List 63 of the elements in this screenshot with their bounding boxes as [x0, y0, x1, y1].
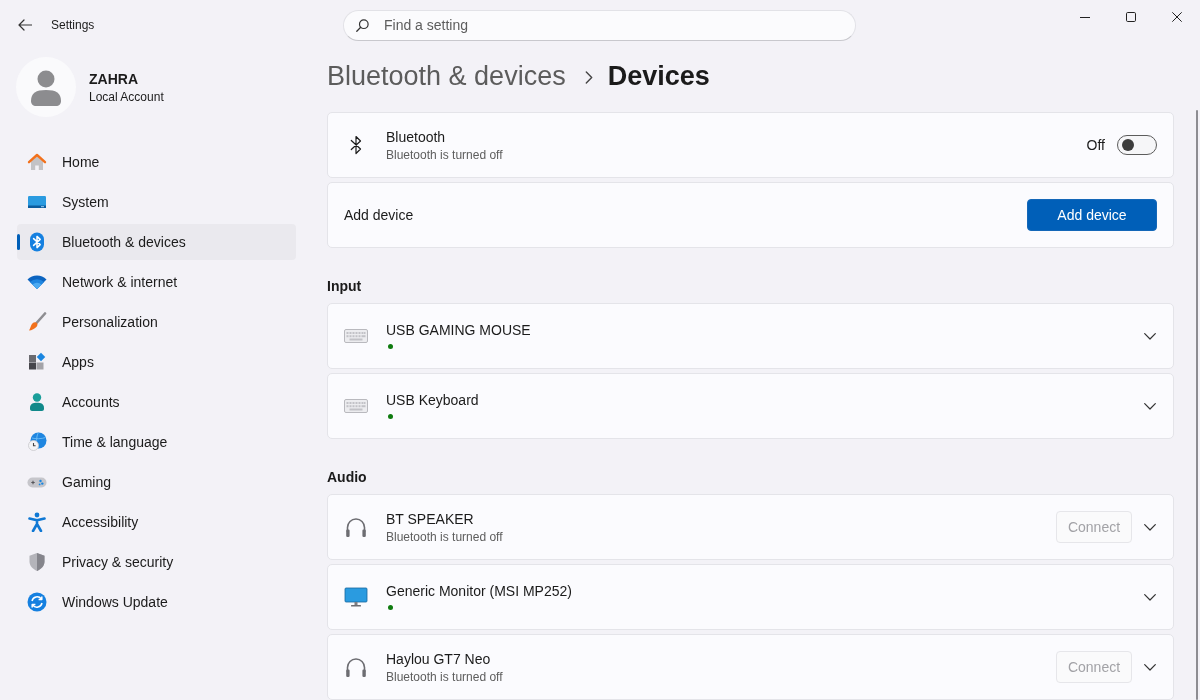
account-type: Local Account	[89, 89, 164, 104]
keyboard-icon	[344, 399, 368, 413]
sidebar-item[interactable]: System	[17, 184, 296, 220]
globe-clock-icon	[27, 432, 47, 452]
bluetooth-icon	[27, 232, 47, 252]
account-name: ZAHRA	[89, 70, 139, 87]
chevron-down-icon[interactable]	[1144, 523, 1156, 531]
section-heading: Input	[327, 277, 363, 295]
sidebar-item[interactable]: Personalization	[17, 304, 296, 340]
headphones-icon	[344, 516, 368, 538]
shield-icon	[27, 552, 47, 572]
setting-title: Bluetooth	[386, 128, 447, 147]
window-title: Settings	[51, 18, 95, 32]
chevron-right-icon	[584, 70, 593, 84]
sidebar-item[interactable]: Network & internet	[17, 264, 296, 300]
home-icon	[27, 152, 47, 172]
keyboard-icon	[344, 329, 368, 343]
sidebar-item[interactable]: Apps	[17, 344, 296, 380]
chevron-down-icon[interactable]	[1144, 663, 1156, 671]
sidebar-item[interactable]: Time & language	[17, 424, 296, 460]
device-card[interactable]: USB Keyboard	[327, 373, 1174, 439]
device-name: USB Keyboard	[386, 391, 480, 410]
sidebar-item[interactable]: Privacy & security	[17, 544, 296, 580]
avatar-icon	[16, 57, 76, 117]
back-arrow-icon[interactable]	[18, 19, 32, 31]
apps-icon	[27, 352, 47, 372]
sidebar-item[interactable]: Accounts	[17, 384, 296, 420]
search-field[interactable]: Find a setting	[343, 9, 856, 41]
close-icon[interactable]	[1172, 12, 1182, 22]
setting-status: Bluetooth is turned off	[386, 147, 504, 163]
brush-icon	[27, 312, 47, 332]
device-card[interactable]: Generic Monitor (MSI MP252)	[327, 564, 1174, 630]
monitor-icon	[344, 586, 368, 608]
device-name: Generic Monitor (MSI MP252)	[386, 582, 573, 601]
chevron-down-icon[interactable]	[1144, 593, 1156, 601]
device-card[interactable]: USB GAMING MOUSE	[327, 303, 1174, 369]
add-device-label: Add device	[344, 206, 415, 225]
bluetooth-toggle[interactable]	[1117, 135, 1157, 155]
page-title: Devices	[607, 60, 710, 92]
sidebar-item[interactable]: Gaming	[17, 464, 296, 500]
section-heading: Audio	[327, 468, 368, 486]
accessibility-icon	[27, 512, 47, 532]
bluetooth-icon	[350, 135, 362, 155]
device-status: Bluetooth is turned off	[386, 529, 504, 545]
device-status: Bluetooth is turned off	[386, 669, 504, 685]
sidebar-item[interactable]: Accessibility	[17, 504, 296, 540]
device-name: USB GAMING MOUSE	[386, 321, 532, 340]
refresh-icon	[27, 592, 47, 612]
scrollbar-thumb[interactable]	[1196, 110, 1198, 700]
device-name: BT SPEAKER	[386, 510, 475, 529]
chevron-down-icon[interactable]	[1144, 332, 1156, 340]
device-name: Haylou GT7 Neo	[386, 650, 492, 669]
add-device-button[interactable]: Add device	[1027, 199, 1157, 231]
breadcrumb-parent[interactable]: Bluetooth & devices	[327, 60, 566, 92]
toggle-state-label: Off	[1086, 137, 1105, 153]
person-icon	[27, 392, 47, 412]
chevron-down-icon[interactable]	[1144, 402, 1156, 410]
headphones-icon	[344, 656, 368, 678]
sidebar-item[interactable]: Home	[17, 144, 296, 180]
sidebar-item[interactable]: Bluetooth & devices	[17, 224, 296, 260]
search-icon	[356, 18, 369, 32]
maximize-icon[interactable]	[1126, 12, 1136, 22]
sidebar-item[interactable]: Windows Update	[17, 584, 296, 620]
